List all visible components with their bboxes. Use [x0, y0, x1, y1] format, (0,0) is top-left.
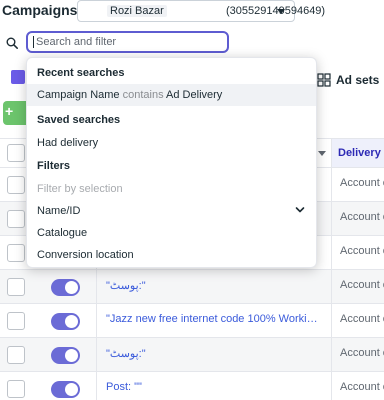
- campaign-toggle[interactable]: [51, 347, 80, 364]
- column-divider: [331, 304, 332, 338]
- row-checkbox[interactable]: [7, 380, 25, 398]
- campaign-name[interactable]: "پوسٹ:": [106, 347, 322, 360]
- row-checkbox[interactable]: [7, 346, 25, 364]
- table-row[interactable]: "Jazz new free internet code 100% Workin…: [0, 304, 384, 338]
- delivery-status: Account c: [340, 313, 384, 325]
- saved-searches-heading: Saved searches: [37, 114, 121, 126]
- row-checkbox[interactable]: [7, 176, 25, 194]
- row-checkbox[interactable]: [7, 312, 25, 330]
- column-divider: [331, 338, 332, 372]
- search-row: [0, 30, 384, 56]
- recent-search-item-label[interactable]: Campaign Name contains Ad Delivery: [37, 89, 222, 101]
- row-checkbox[interactable]: [7, 210, 25, 228]
- column-divider: [331, 372, 332, 400]
- page-title: Campaigns: [2, 2, 78, 18]
- account-name: Rozi Bazar: [107, 5, 167, 17]
- filter-item-conversion-location[interactable]: Conversion location: [37, 249, 134, 261]
- search-icon: [6, 37, 18, 49]
- create-button-label: +: [5, 103, 14, 119]
- filter-item-name-id[interactable]: Name/ID: [37, 205, 80, 217]
- campaign-name[interactable]: Post: "": [106, 381, 322, 393]
- account-id: (305529149594649): [226, 5, 326, 17]
- recent-search-field: Campaign Name: [37, 89, 120, 101]
- filters-heading: Filters: [37, 160, 71, 172]
- delivery-status: Account c: [340, 245, 384, 257]
- tab-ad-sets-label: Ad sets: [336, 73, 380, 87]
- campaign-toggle[interactable]: [51, 313, 80, 330]
- delivery-status: Account c: [340, 177, 384, 189]
- top-bar: Campaigns Rozi Bazar (305529149594649): [0, 0, 384, 28]
- column-menu-chevron-icon[interactable]: [318, 151, 326, 156]
- row-checkbox[interactable]: [7, 278, 25, 296]
- column-divider: [96, 338, 97, 372]
- column-divider: [331, 236, 332, 270]
- chevron-down-icon[interactable]: [295, 205, 305, 215]
- row-checkbox[interactable]: [7, 244, 25, 262]
- column-divider: [96, 372, 97, 400]
- table-row[interactable]: "پوسٹ:" Account c: [0, 338, 384, 372]
- recent-search-operator: contains: [122, 89, 164, 101]
- select-all-checkbox[interactable]: [7, 144, 25, 162]
- column-divider: [96, 304, 97, 338]
- delivery-status: Account c: [340, 347, 384, 359]
- search-input[interactable]: [26, 31, 229, 53]
- delivery-status: Account c: [340, 279, 384, 291]
- grid-icon: [317, 73, 331, 87]
- delivery-status: Account c: [340, 211, 384, 223]
- column-divider: [331, 168, 332, 202]
- campaign-toggle[interactable]: [51, 381, 80, 398]
- recent-search-value: Ad Delivery: [166, 89, 223, 101]
- table-row[interactable]: "پوسٹ:" Account c: [0, 270, 384, 304]
- campaigns-tab-icon[interactable]: [11, 70, 25, 84]
- delivery-column-header[interactable]: Delivery ↑: [331, 139, 384, 167]
- text-cursor: [33, 36, 34, 48]
- filter-item-catalogue[interactable]: Catalogue: [37, 227, 87, 239]
- campaign-toggle[interactable]: [51, 279, 80, 296]
- column-divider: [96, 270, 97, 304]
- search-dropdown: Recent searches Campaign Name contains A…: [26, 57, 317, 268]
- column-divider: [331, 270, 332, 304]
- campaign-name[interactable]: "Jazz new free internet code 100% Workin…: [106, 313, 322, 325]
- tab-ad-sets[interactable]: Ad sets: [314, 62, 384, 98]
- filter-by-selection-input[interactable]: Filter by selection: [37, 183, 123, 195]
- campaign-name[interactable]: "پوسٹ:": [106, 279, 322, 292]
- chevron-down-icon: [277, 9, 285, 14]
- table-row[interactable]: Post: "" Account c: [0, 372, 384, 400]
- delivery-status: Account c: [340, 381, 384, 393]
- recent-searches-heading: Recent searches: [37, 67, 125, 79]
- delivery-column-label: Delivery ↑: [338, 147, 384, 159]
- account-selector[interactable]: Rozi Bazar (305529149594649): [77, 0, 325, 22]
- column-divider: [331, 202, 332, 236]
- saved-search-item[interactable]: Had delivery: [37, 137, 98, 149]
